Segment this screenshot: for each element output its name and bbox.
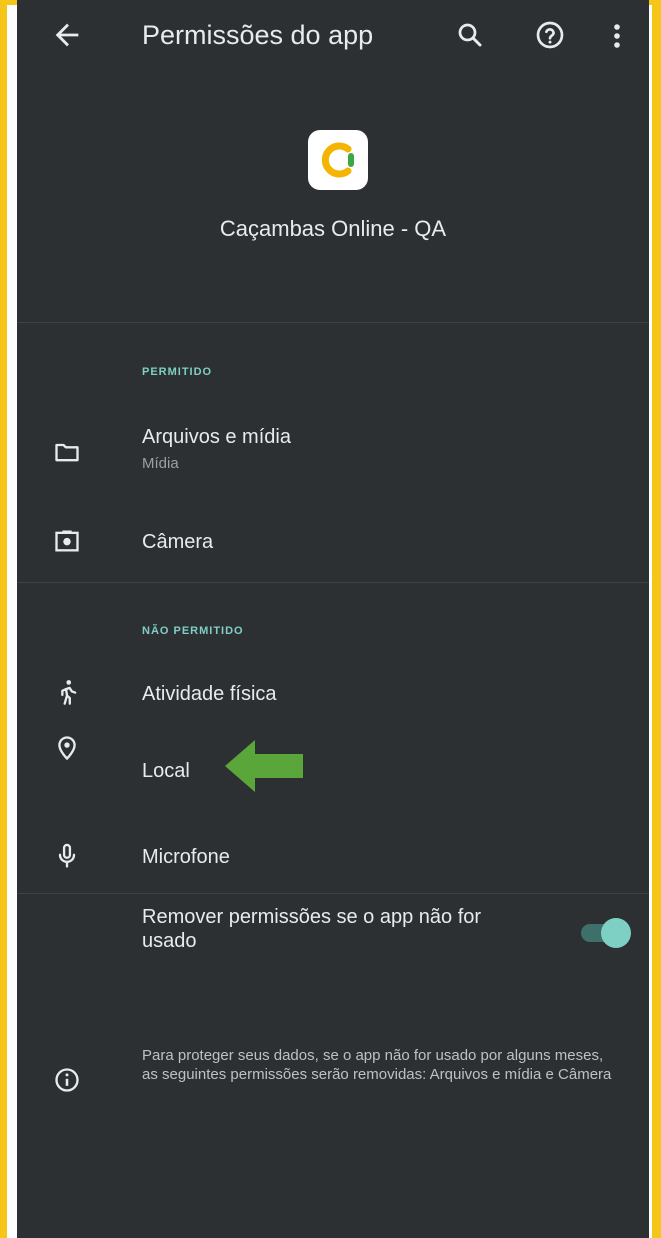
permission-item-camera[interactable]: Câmera	[17, 515, 649, 571]
permission-label: Câmera	[142, 531, 214, 553]
walking-icon	[61, 680, 77, 705]
permission-item-files-media[interactable]: Arquivos e mídia Mídia	[17, 410, 649, 490]
permission-item-physical-activity[interactable]: Atividade física	[17, 665, 649, 721]
permission-label: Local	[142, 760, 190, 782]
help-icon	[536, 21, 564, 49]
more-vert-icon	[614, 24, 620, 48]
more-options-button[interactable]	[607, 19, 627, 53]
arrow-left-icon	[55, 23, 79, 47]
section-label-allowed: PERMITIDO	[142, 366, 213, 378]
highlight-arrow-icon	[225, 740, 303, 792]
app-icon	[308, 130, 368, 190]
help-button[interactable]	[534, 19, 566, 51]
microphone-icon	[58, 843, 76, 868]
info-text: Para proteger seus dados, se o app não f…	[142, 1047, 612, 1083]
back-button[interactable]	[50, 18, 84, 52]
permission-label: Atividade física	[142, 683, 277, 705]
section-label-denied: NÃO PERMITIDO	[142, 625, 244, 637]
remove-permissions-row[interactable]: Remover permissões se o app não for usad…	[17, 905, 649, 975]
toggle-thumb	[601, 918, 631, 948]
divider	[17, 322, 649, 323]
app-logo-icon	[321, 142, 354, 178]
permission-label: Microfone	[142, 846, 230, 868]
remove-permissions-toggle[interactable]	[579, 918, 631, 948]
folder-icon	[55, 443, 79, 462]
permission-item-location[interactable]: Local	[17, 720, 649, 782]
top-app-bar: Permissões do app	[17, 0, 649, 72]
info-icon	[55, 1068, 79, 1092]
camera-icon	[55, 530, 79, 552]
remove-permissions-label: Remover permissões se o app não for usad…	[142, 906, 482, 952]
app-name: Caçambas Online - QA	[219, 216, 447, 241]
permission-label: Arquivos e mídia	[142, 426, 291, 448]
permission-sublabel: Mídia	[142, 455, 179, 472]
divider	[17, 582, 649, 583]
search-icon	[458, 23, 482, 47]
location-pin-icon	[58, 736, 76, 761]
permission-item-microphone[interactable]: Microfone	[17, 830, 649, 886]
app-permissions-screen: Permissões do app Caçambas Online - QA P…	[17, 0, 649, 1238]
page-title: Permissões do app	[142, 20, 374, 50]
divider	[17, 893, 649, 894]
search-button[interactable]	[455, 20, 485, 50]
